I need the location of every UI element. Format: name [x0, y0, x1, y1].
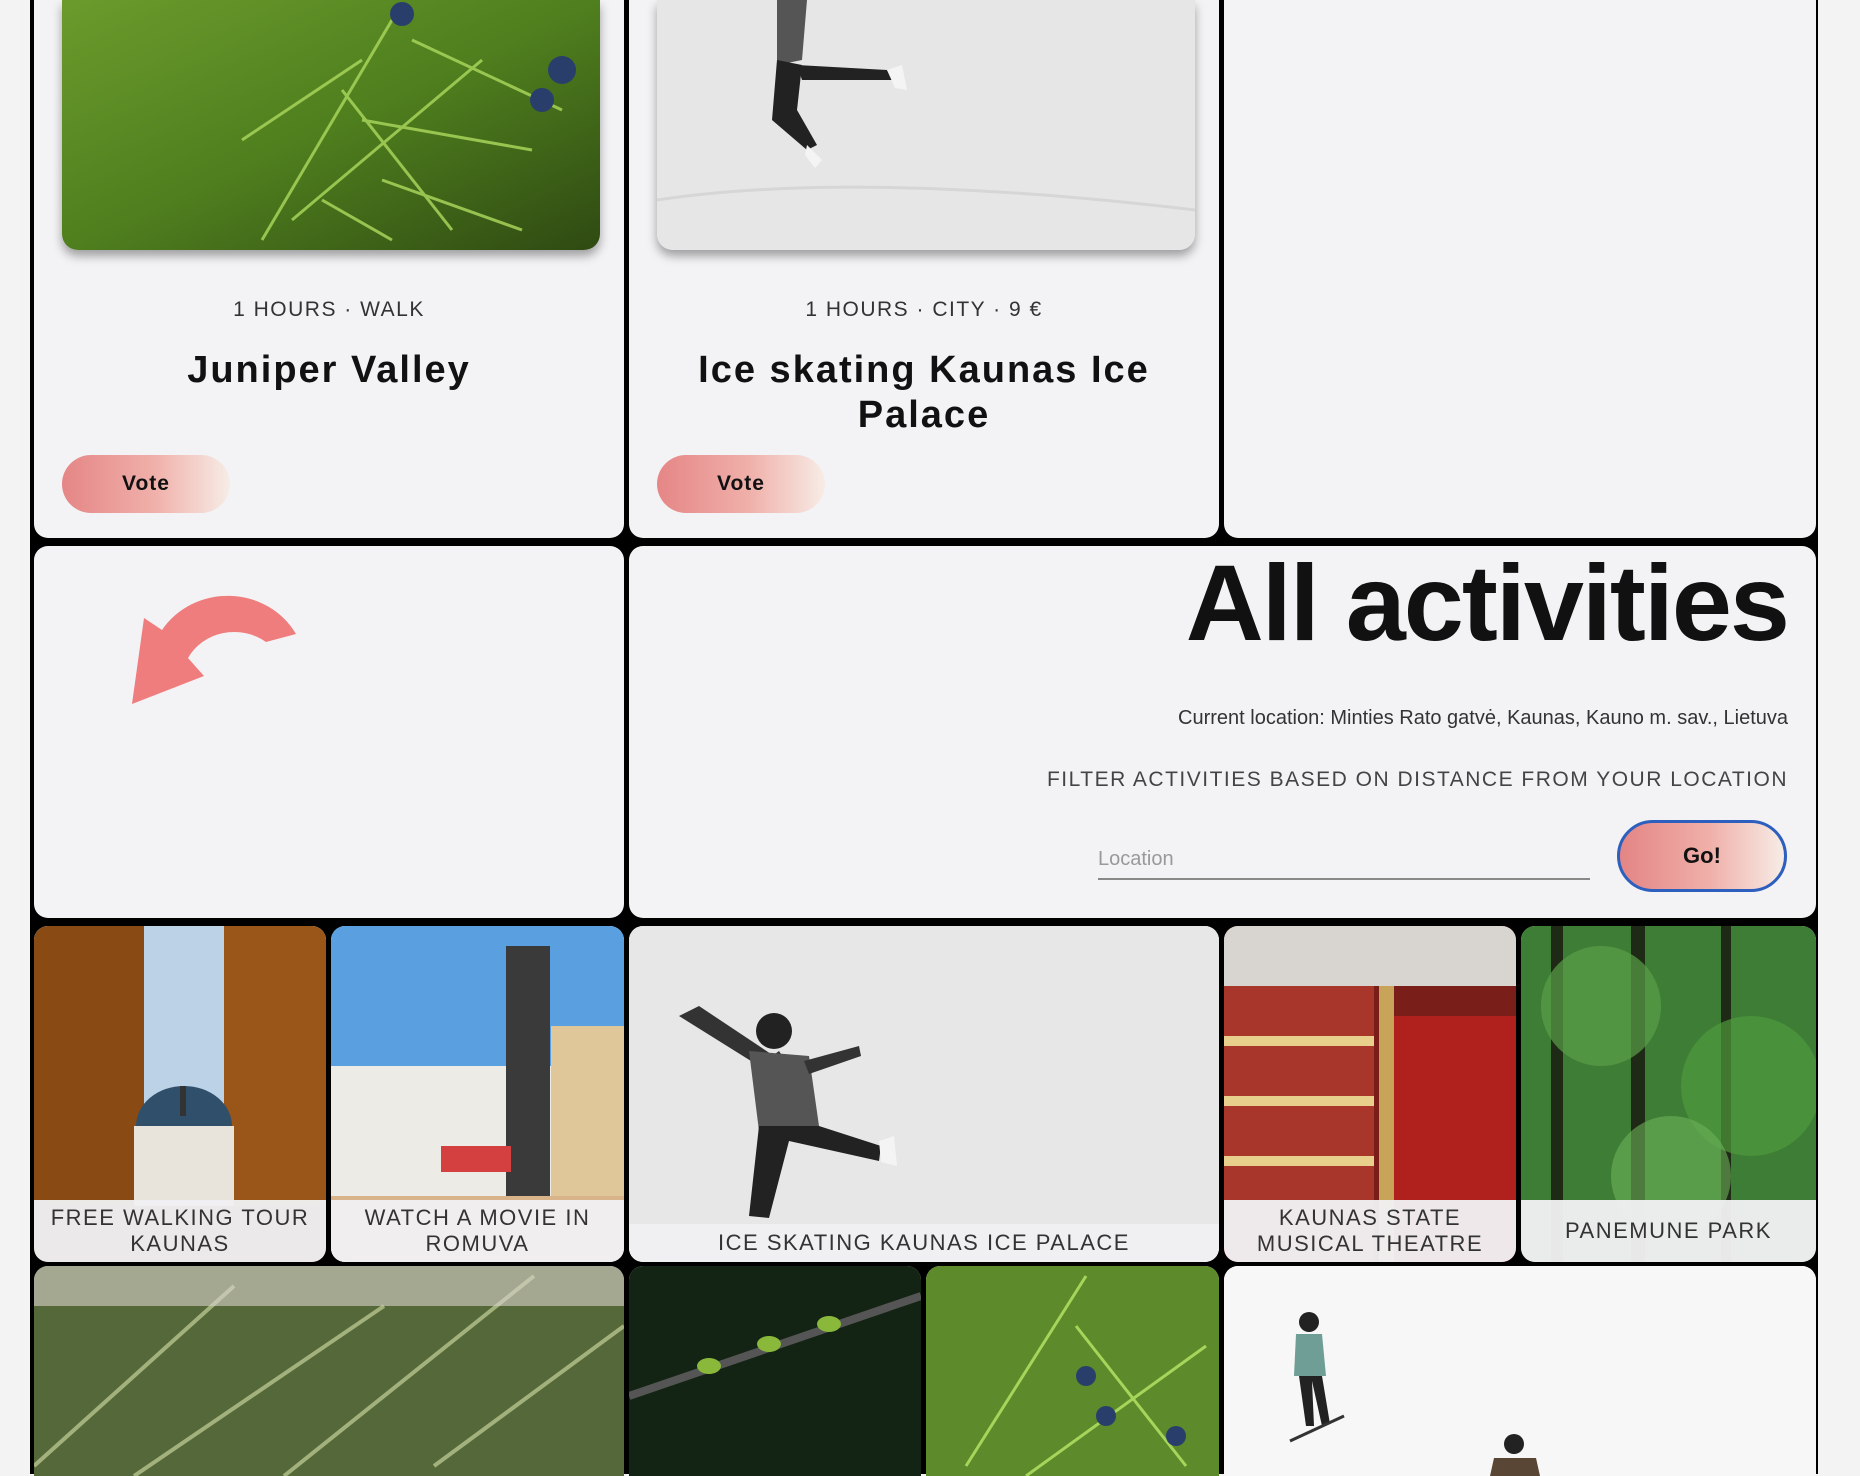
activity-tile-ice-skating[interactable]: ICE SKATING KAUNAS ICE PALACE — [629, 926, 1219, 1262]
activity-card-ice-skating: 1 HOURS · CITY · 9 € Ice skating Kaunas … — [629, 0, 1219, 538]
card-meta: 1 HOURS · WALK — [233, 298, 425, 321]
activity-tile-skiing[interactable] — [1224, 1266, 1816, 1476]
current-location-text: Current location: Minties Rato gatvė, Ka… — [1178, 707, 1788, 729]
back-arrow-icon[interactable] — [96, 554, 336, 724]
card-meta: 1 HOURS · CITY · 9 € — [805, 298, 1043, 321]
activity-tile-walking-tour[interactable]: FREE WALKING TOUR KAUNAS — [34, 926, 326, 1262]
activity-tile-musical-theatre[interactable]: KAUNAS STATE MUSICAL THEATRE — [1224, 926, 1516, 1262]
activity-tile-panemune-park[interactable]: PANEMUNE PARK — [1521, 926, 1816, 1262]
activity-tile-juniper-valley[interactable] — [926, 1266, 1219, 1476]
activity-tile-leaf-ants[interactable] — [629, 1266, 921, 1476]
activity-tile-palm-garden[interactable] — [34, 1266, 624, 1476]
location-input[interactable] — [1098, 840, 1590, 880]
juniper-valley-image — [62, 0, 600, 250]
back-panel — [34, 546, 624, 918]
ice-skating-image — [657, 0, 1195, 250]
go-button[interactable]: Go! — [1617, 820, 1787, 892]
page-title: All activities — [1185, 546, 1790, 663]
all-activities-panel: All activities Current location: Minties… — [629, 546, 1816, 918]
tile-caption: WATCH A MOVIE IN ROMUVA — [331, 1200, 624, 1262]
tile-caption: PANEMUNE PARK — [1521, 1200, 1816, 1262]
tile-caption: ICE SKATING KAUNAS ICE PALACE — [629, 1224, 1219, 1262]
activity-card-juniper-valley: 1 HOURS · WALK Juniper Valley Vote — [34, 0, 624, 538]
card-title: Ice skating Kaunas Ice Palace — [698, 349, 1150, 436]
vote-button[interactable]: Vote — [62, 455, 230, 513]
empty-card — [1224, 0, 1816, 538]
tile-caption: FREE WALKING TOUR KAUNAS — [34, 1200, 326, 1262]
card-title: Juniper Valley — [187, 349, 471, 391]
activity-tile-romuva[interactable]: WATCH A MOVIE IN ROMUVA — [331, 926, 624, 1262]
tile-caption: KAUNAS STATE MUSICAL THEATRE — [1224, 1200, 1516, 1262]
filter-label: FILTER ACTIVITIES BASED ON DISTANCE FROM… — [1046, 768, 1788, 791]
vote-button[interactable]: Vote — [657, 455, 825, 513]
